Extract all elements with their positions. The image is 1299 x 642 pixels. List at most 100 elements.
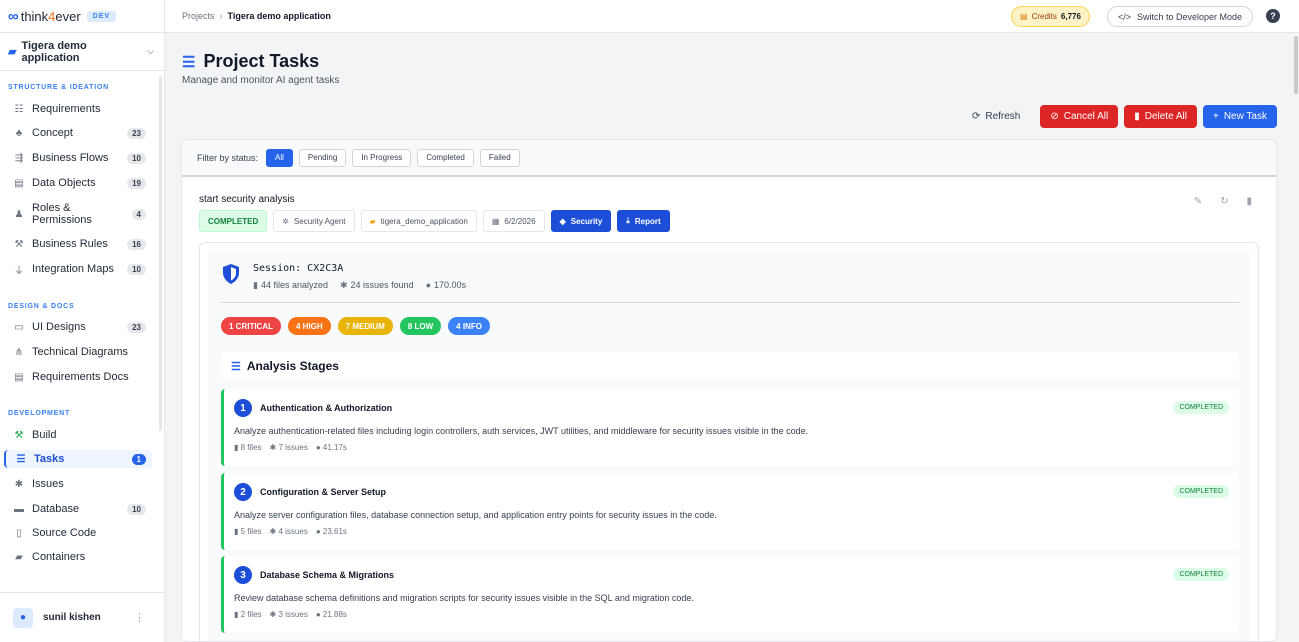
edit-icon[interactable]: ✎ (1194, 196, 1202, 207)
page-scrollbar-thumb[interactable] (1294, 36, 1298, 94)
hammer-icon: ⚒ (14, 429, 24, 441)
task-actions: ⟳ Refresh ⊘ Cancel All ▮ Delete All + Ne… (962, 105, 1277, 128)
env-badge: DEV (86, 10, 117, 22)
sidebar-item-roles-permissions[interactable]: ♟ Roles & Permissions 4 (4, 200, 152, 228)
sidebar-item-tasks[interactable]: ☰ Tasks 1 (4, 450, 152, 468)
sidebar-item-issues[interactable]: ✱ Issues (4, 475, 152, 493)
security-label: Security (570, 216, 603, 226)
sidebar-item-database[interactable]: ▬ Database 10 (4, 500, 152, 518)
security-button[interactable]: ◆ Security (550, 210, 612, 232)
session-content: Session: CX2C3A ▮ 44 files analyzed ✱ 24 i… (208, 251, 1250, 641)
count-badge: 19 (127, 177, 146, 189)
analysis-stage[interactable]: 3 Database Schema & Migrations COMPLETED Re… (221, 556, 1239, 633)
sidebar-item-label: Containers (32, 551, 86, 563)
bug-icon: ✱ (340, 280, 348, 290)
severity-badge[interactable]: 1 CRITICAL (221, 317, 281, 335)
sidebar-item-requirements[interactable]: ☷ Requirements (4, 100, 152, 118)
sidebar-item-label: Technical Diagrams (32, 346, 128, 358)
sidebar-item-label: Build (32, 429, 57, 441)
sidebar-item-business-flows[interactable]: ⇶ Business Flows 10 (4, 149, 152, 167)
issues-found: ✱ 24 issues found (340, 280, 414, 290)
logo[interactable]: ∞ think4ever DEV (0, 0, 164, 33)
sidebar-item-label: UI Designs (32, 321, 86, 333)
project-selector[interactable]: ▰ Tigera demo application ⌵ (0, 33, 164, 71)
sidebar-item-requirements-docs[interactable]: ▤ Requirements Docs (4, 368, 152, 386)
agent-label: Security Agent (293, 216, 346, 226)
stage-description: Review database schema definitions and m… (234, 593, 694, 603)
developer-mode-button[interactable]: </> Switch to Developer Mode (1107, 6, 1254, 27)
user-menu[interactable]: ● sunil kishen ⋮ (0, 592, 165, 642)
stage-description: Analyze server configuration files, data… (234, 510, 717, 520)
refresh-button[interactable]: ⟳ Refresh (962, 105, 1030, 128)
stage-status-badge: COMPLETED (1173, 568, 1229, 581)
analysis-stage[interactable]: 2 Configuration & Server Setup COMPLETED An… (221, 473, 1239, 550)
cancel-all-label: Cancel All (1063, 111, 1109, 122)
stage-issues: ✱ 7 issues (269, 443, 308, 452)
new-task-button[interactable]: + New Task (1202, 105, 1277, 128)
filter-pending[interactable]: Pending (298, 148, 347, 167)
stage-status-badge: COMPLETED (1173, 485, 1229, 498)
delete-all-button[interactable]: ▮ Delete All (1124, 105, 1197, 128)
sidebar-item-integration-maps[interactable]: ⏚ Integration Maps 10 (4, 260, 152, 278)
sidebar-item-business-rules[interactable]: ⚒ Business Rules 16 (4, 235, 152, 253)
stage-issues: ✱ 4 issues (269, 527, 308, 536)
sidebar-item-ui-designs[interactable]: ▭ UI Designs 23 (4, 318, 152, 336)
report-label: Report (634, 216, 661, 226)
filter-label: Filter by status: (197, 152, 259, 163)
stage-number: 1 (234, 399, 252, 417)
analysis-stage[interactable]: 1 Authentication & Authorization COMPLETED… (221, 389, 1239, 466)
sidebar-item-concept[interactable]: ♣ Concept 23 (4, 124, 152, 142)
trash-icon[interactable]: ▮ (1246, 196, 1252, 207)
sidebar-item-label: Business Flows (32, 152, 109, 164)
main-content: ☰ Project Tasks Manage and monitor AI ag… (165, 33, 1292, 642)
shield-icon: ◆ (559, 216, 566, 226)
report-button[interactable]: ⤓ Report (617, 210, 670, 232)
filter-in-progress[interactable]: In Progress (352, 148, 412, 167)
chevron-down-icon: ⌵ (147, 46, 154, 56)
credits-badge[interactable]: ▤ Credits 6,776 (1011, 6, 1090, 27)
count-badge: 23 (127, 127, 146, 139)
project-name: Tigera demo application (21, 39, 87, 64)
filter-all[interactable]: All (266, 148, 293, 167)
shield-icon (223, 264, 239, 284)
sidebar-item-containers[interactable]: ▰ Containers (4, 548, 152, 566)
docker-icon: ▰ (15, 551, 23, 563)
clock-icon: ● (315, 443, 323, 452)
stage-meta: ▮ 8 files ✱ 7 issues ● 41.17s (234, 443, 347, 452)
sidebar-item-data-objects[interactable]: ▤ Data Objects 19 (4, 174, 152, 192)
sidebar: ∞ think4ever DEV ▰ Tigera demo applicati… (0, 0, 165, 642)
folder-label: tigera_demo_application (380, 216, 468, 226)
more-vertical-icon[interactable]: ⋮ (134, 611, 145, 624)
sidebar-scrollbar[interactable] (159, 76, 162, 431)
sidebar-item-label: Data Objects (32, 177, 96, 189)
page-subtitle: Manage and monitor AI agent tasks (182, 75, 340, 86)
sidebar-item-source-code[interactable]: ▯ Source Code (4, 524, 152, 542)
page-title: ☰ Project Tasks (182, 51, 319, 72)
count-badge: 23 (127, 321, 146, 333)
date-tag: ▦ 6/2/2026 (482, 210, 545, 232)
new-task-label: New Task (1223, 111, 1267, 122)
severity-badge[interactable]: 4 INFO (448, 317, 490, 335)
severity-badge[interactable]: 8 LOW (399, 317, 442, 335)
clipboard-icon: ▤ (14, 371, 24, 383)
trash-icon: ▮ (1134, 111, 1140, 122)
retry-icon[interactable]: ↻ (1220, 196, 1228, 207)
help-icon[interactable]: ? (1266, 9, 1280, 23)
file-icon: ▮ (234, 443, 241, 452)
severity-badge[interactable]: 4 HIGH (288, 317, 331, 335)
diagram-icon: ⋔ (14, 346, 24, 358)
sidebar-item-build[interactable]: ⚒ Build (4, 426, 152, 444)
breadcrumb-projects[interactable]: Projects (182, 11, 215, 21)
page-scrollbar[interactable] (1292, 33, 1299, 642)
sidebar-item-technical-diagrams[interactable]: ⋔ Technical Diagrams (4, 343, 152, 361)
filter-failed[interactable]: Failed (479, 148, 520, 167)
tasks-card: Filter by status: All Pending In Progres… (181, 139, 1277, 642)
monitor-icon: ▭ (14, 321, 24, 333)
cancel-all-button[interactable]: ⊘ Cancel All (1040, 105, 1119, 128)
severity-badge[interactable]: 7 MEDIUM (337, 317, 393, 335)
stage-meta: ▮ 5 files ✱ 4 issues ● 23.61s (234, 527, 347, 536)
section-title-development: DEVELOPMENT (8, 410, 71, 417)
filter-completed[interactable]: Completed (417, 148, 474, 167)
task-title: start security analysis (199, 194, 295, 205)
duration: ● 170.00s (425, 280, 467, 290)
